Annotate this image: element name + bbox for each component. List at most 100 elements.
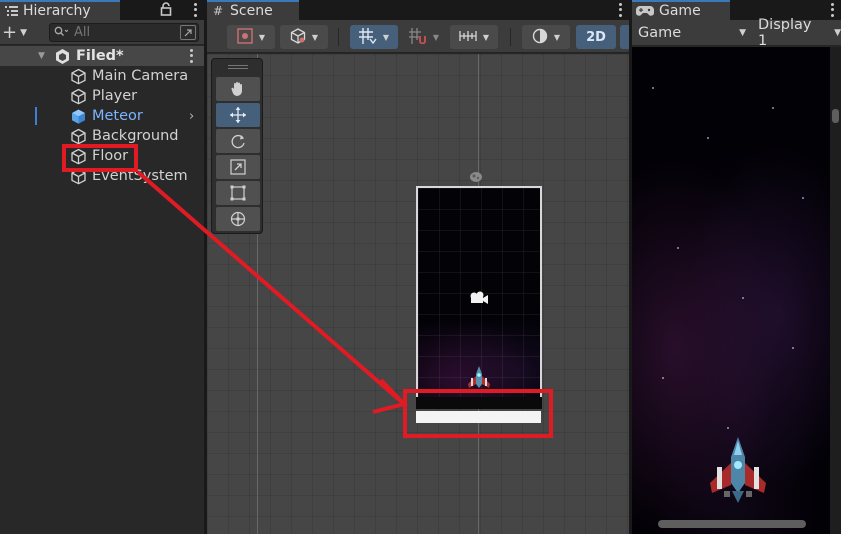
scene-toolbar: ▼ ▼ ▼ ▼ ▼ ▼ 2D	[207, 20, 629, 53]
search-input[interactable]	[74, 25, 174, 40]
hierarchy-item-player[interactable]: Player	[0, 86, 204, 106]
rect-tool-icon[interactable]	[216, 181, 260, 205]
game-panel: Game Game ▼ Display 1 ▼	[632, 0, 841, 534]
star	[707, 137, 709, 139]
create-button[interactable]: + ▼	[2, 22, 36, 43]
snap-increment-button[interactable]: ▼	[402, 25, 446, 49]
tab-game-label: Game	[659, 3, 701, 19]
fold-open-icon[interactable]: ▼	[38, 51, 45, 61]
magnet-grid-icon	[408, 27, 427, 47]
display-select[interactable]: Display 1 ▼	[758, 17, 841, 49]
star	[742, 297, 744, 299]
chevron-down-icon: ▼	[432, 32, 440, 42]
chevron-down-icon: ▼	[20, 27, 28, 38]
draw-mode-icon	[237, 27, 253, 47]
cube-icon	[70, 88, 87, 105]
search-icon	[54, 26, 74, 40]
chevron-down-icon: ▼	[482, 32, 490, 42]
hierarchy-tree: ▼ Filed* Main Camera Player Meteor › Bac…	[0, 46, 204, 534]
hierarchy-item-meteor[interactable]: Meteor ›	[0, 106, 204, 126]
star	[652, 87, 654, 89]
vertical-scrollbar[interactable]	[830, 47, 841, 534]
chevron-down-icon: ▼	[311, 32, 319, 42]
list-icon	[4, 4, 18, 18]
hierarchy-item-label: Player	[92, 88, 138, 104]
cube-icon	[70, 128, 87, 145]
chevron-down-icon: ▼	[382, 32, 390, 42]
grid-hash-icon: #	[212, 4, 224, 18]
horizontal-scrollbar[interactable]	[658, 520, 806, 528]
toggle-2d-button[interactable]: 2D	[576, 25, 616, 49]
hierarchy-item-main-camera[interactable]: Main Camera	[0, 66, 204, 86]
annotation-box-floor-object	[403, 389, 553, 438]
tab-hierarchy-label: Hierarchy	[23, 3, 91, 19]
gamepad-icon	[636, 4, 654, 18]
annotation-box-floor-item	[62, 144, 138, 172]
scene-tool-palette	[211, 58, 263, 234]
chevron-down-icon: ▼	[553, 32, 561, 42]
draw-mode-button[interactable]: ▼	[227, 25, 275, 49]
player-ship-icon	[704, 435, 772, 505]
scene-root-row[interactable]: ▼ Filed*	[0, 46, 204, 66]
plus-icon: +	[2, 22, 18, 43]
star	[662, 377, 664, 379]
scene-viewport[interactable]	[207, 54, 629, 534]
hierarchy-search[interactable]	[49, 23, 199, 42]
star	[727, 427, 729, 429]
hierarchy-toolbar: + ▼	[0, 20, 204, 45]
scene-tab-strip: # Scene	[207, 0, 629, 20]
game-mode-select[interactable]: Game ▼	[638, 23, 746, 43]
shading-mode-button[interactable]: ▼	[280, 25, 328, 49]
cube-icon	[70, 68, 87, 85]
scene-menu-button[interactable]	[188, 48, 194, 64]
toolbar-separator	[338, 28, 339, 46]
camera-gizmo-icon[interactable]	[469, 291, 489, 305]
prefab-indicator-bar	[35, 107, 37, 125]
chevron-down-icon: ▼	[258, 32, 266, 42]
palette-grip-handle[interactable]	[228, 65, 248, 69]
lighting-toggle-button[interactable]	[620, 25, 629, 49]
star	[677, 247, 679, 249]
ruler-icon	[459, 29, 477, 46]
hierarchy-item-label: Background	[92, 128, 179, 144]
tab-hierarchy[interactable]: Hierarchy	[0, 0, 120, 20]
camera-frame[interactable]	[416, 186, 542, 408]
display-value: Display 1	[758, 17, 812, 49]
hierarchy-tab-strip: Hierarchy	[0, 0, 204, 20]
hand-tool-icon[interactable]	[216, 77, 260, 101]
shading-cube-icon	[290, 27, 306, 47]
toggle-2d-label: 2D	[586, 29, 606, 45]
hierarchy-item-background[interactable]: Background	[0, 126, 204, 146]
tab-scene-label: Scene	[230, 3, 273, 19]
star	[792, 347, 794, 349]
transform-tool-icon[interactable]	[216, 207, 260, 231]
hierarchy-item-label: Meteor	[92, 108, 143, 124]
lock-icon[interactable]	[160, 2, 172, 16]
unity-scene-icon	[54, 48, 71, 65]
tab-game[interactable]: Game	[632, 0, 730, 20]
rotate-tool-icon[interactable]	[216, 129, 260, 153]
chevron-down-icon: ▼	[834, 28, 841, 38]
move-tool-icon[interactable]	[216, 103, 260, 127]
scene-menu-button[interactable]	[617, 2, 623, 18]
meteor-gizmo-icon[interactable]	[469, 171, 483, 183]
game-menu-button[interactable]	[829, 2, 835, 18]
player-ship-icon[interactable]	[465, 364, 493, 392]
tab-scene[interactable]: # Scene	[207, 0, 299, 20]
grid-snap-button[interactable]: ▼	[350, 25, 398, 49]
game-mode-value: Game	[638, 25, 682, 41]
game-toolbar: Game ▼ Display 1 ▼	[632, 17, 841, 49]
chevron-right-icon[interactable]: ›	[189, 109, 194, 124]
scale-tool-icon[interactable]	[216, 155, 260, 179]
sphere-icon	[532, 28, 548, 47]
scene-name: Filed*	[76, 48, 124, 64]
increment-snap-button[interactable]: ▼	[450, 25, 498, 49]
game-view[interactable]	[632, 47, 841, 534]
render-mode-button[interactable]: ▼	[522, 25, 570, 49]
chevron-down-icon: ▼	[739, 28, 746, 38]
hierarchy-panel: Hierarchy +▼ ▼ Filed*	[0, 0, 204, 534]
star	[802, 197, 804, 199]
vertical-scrollbar-thumb[interactable]	[832, 109, 839, 123]
search-filter-icon[interactable]	[180, 25, 196, 40]
hierarchy-menu-button[interactable]	[192, 2, 198, 18]
